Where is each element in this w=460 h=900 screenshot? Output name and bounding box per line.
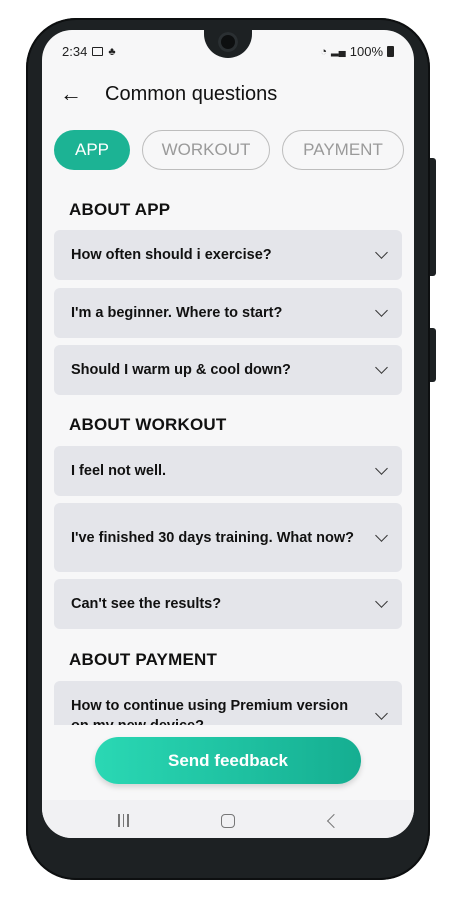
faq-question: How often should i exercise? [71, 247, 272, 263]
category-tabs: APP WORKOUT PAYMENT [54, 130, 414, 170]
tab-app[interactable]: APP [54, 130, 130, 170]
app-header: ← Common questions [42, 80, 414, 110]
gallery-icon [92, 47, 104, 56]
tab-workout[interactable]: WORKOUT [142, 130, 270, 170]
battery-icon [387, 46, 394, 57]
chevron-down-icon [375, 595, 388, 608]
status-bar: 2:34 ♣ ◔ ▂▄ 100% [42, 44, 414, 62]
faq-item[interactable]: I feel not well. [54, 446, 402, 496]
faq-item[interactable]: How to continue using Premium version on… [54, 681, 402, 725]
back-icon[interactable] [326, 813, 342, 829]
faq-question: Can't see the results? [71, 596, 222, 612]
system-nav-bar [42, 800, 414, 838]
section-title-app: ABOUT APP [69, 200, 171, 219]
chevron-down-icon [375, 706, 388, 720]
faq-question: I'm a beginner. Where to start? [71, 305, 283, 321]
chevron-down-icon [375, 462, 388, 475]
faq-item[interactable]: Can't see the results? [54, 579, 402, 629]
section-title-workout: ABOUT WORKOUT [69, 415, 227, 434]
wifi-icon: ◔ [320, 45, 327, 58]
power-button [430, 328, 436, 382]
screen: 2:34 ♣ ◔ ▂▄ 100% ← Common questions APP … [42, 30, 414, 838]
chevron-down-icon [375, 528, 388, 542]
home-icon[interactable] [221, 814, 235, 828]
chevron-down-icon [375, 361, 388, 374]
sync-icon: ♣ [108, 45, 116, 58]
tab-payment[interactable]: PAYMENT [282, 130, 404, 170]
faq-item[interactable]: Should I warm up & cool down? [54, 345, 402, 395]
faq-question: I feel not well. [71, 463, 167, 479]
faq-question: I've finished 30 days training. What now… [71, 529, 355, 546]
page-title: Common questions [105, 83, 278, 105]
chevron-down-icon [375, 304, 388, 317]
faq-item[interactable]: How often should i exercise? [54, 230, 402, 280]
arrow-left-icon[interactable]: ← [60, 80, 82, 108]
send-feedback-button[interactable]: Send feedback [95, 737, 361, 784]
signal-icon: ▂▄ [330, 46, 346, 57]
faq-item[interactable]: I've finished 30 days training. What now… [54, 503, 402, 572]
recents-icon[interactable] [118, 814, 132, 828]
faq-question: Should I warm up & cool down? [71, 362, 291, 378]
volume-button [430, 158, 436, 276]
status-time: 2:34 [62, 44, 88, 59]
faq-item[interactable]: I'm a beginner. Where to start? [54, 288, 402, 338]
chevron-down-icon [375, 246, 388, 259]
section-title-payment: ABOUT PAYMENT [69, 650, 218, 669]
battery-level: 100% [349, 44, 383, 59]
faq-question: How to continue using Premium version on… [71, 697, 349, 726]
faq-list[interactable]: ABOUT APP How often should i exercise? I… [42, 180, 414, 725]
